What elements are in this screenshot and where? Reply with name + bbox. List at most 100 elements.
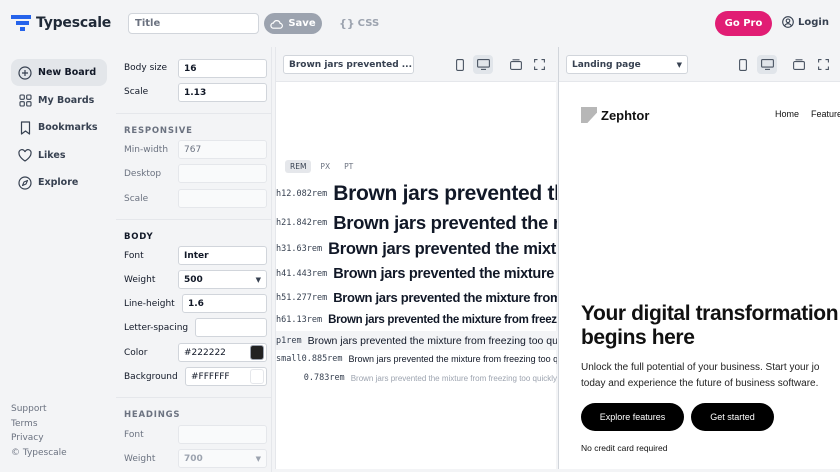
app-logo[interactable]: Typescale [11, 15, 111, 31]
grid-icon [18, 93, 32, 107]
scale-row-h3[interactable]: h3 1.63rem Brown jars prevented the mixt… [276, 239, 557, 259]
scale-tag: h2 [276, 218, 287, 228]
monitor-icon [476, 59, 490, 70]
copyright: © Typescale [11, 447, 67, 458]
divider [116, 219, 272, 220]
weight-value: 500 [184, 274, 203, 285]
template-select-value: Landing page [572, 59, 641, 70]
expand-icon [533, 59, 545, 70]
heart-icon [18, 148, 32, 162]
save-button[interactable]: Save [264, 13, 322, 34]
no-credit-card-note: No credit card required [581, 443, 668, 453]
brand-name: Zephtor [601, 107, 650, 123]
scale-toolbar: Brown jars prevented ... [276, 47, 556, 82]
min-width-input[interactable]: 767 [178, 140, 267, 159]
login-button[interactable]: Login [782, 16, 829, 28]
sidebar-item-explore[interactable]: Explore [11, 169, 107, 196]
sidebar-nav: New Board My Boards Bookmarks Likes Expl… [11, 59, 107, 197]
letter-spacing-input[interactable] [195, 318, 267, 337]
unit-toggle: REM PX PT [285, 160, 358, 173]
sidebar-item-likes[interactable]: Likes [11, 142, 107, 169]
unit-px[interactable]: PX [315, 160, 335, 173]
desktop-view-button[interactable] [757, 55, 777, 74]
window-view-button[interactable] [506, 55, 526, 74]
body-heading: BODY [124, 232, 154, 242]
scale-row-h4[interactable]: h4 1.443rem Brown jars prevented the mix… [276, 265, 557, 283]
scale-input[interactable]: 1.13 [178, 83, 267, 102]
scale-value: 1.842rem [286, 218, 328, 228]
fullscreen-button[interactable] [529, 55, 549, 74]
support-link[interactable]: Support [11, 402, 67, 417]
top-bar: Typescale Save {} CSS Go Pro Login [0, 0, 840, 47]
landing-brand: Zephtor [581, 107, 649, 123]
scale-row-h6[interactable]: h6 1.13rem Brown jars prevented the mixt… [276, 312, 557, 328]
scale-row-p[interactable]: p 1rem Brown jars prevented the mixture … [276, 331, 557, 350]
scale-row-h1[interactable]: h1 2.082rem Brown jars prevented the mix… [276, 181, 557, 206]
phone-icon [456, 58, 464, 71]
responsive-scale-input[interactable] [178, 189, 267, 208]
monitor-icon [760, 59, 774, 70]
scale-row-small[interactable]: small 0.885rem Brown jars prevented the … [276, 352, 557, 366]
landing-nav: Home Features [775, 109, 840, 119]
color-row: Color [124, 348, 148, 358]
heading-weight-select[interactable]: 700 ▼ [178, 449, 267, 468]
privacy-link[interactable]: Privacy [11, 431, 67, 446]
color-swatch[interactable] [250, 345, 264, 360]
scale-sample: Brown jars prevented the mixture from fr… [333, 266, 557, 282]
plus-circle-icon [18, 65, 32, 80]
scale-sample: Brown jars prevented the mixture from fr… [333, 212, 557, 233]
go-pro-button[interactable]: Go Pro [715, 11, 772, 36]
hero-headline: Your digital transformation begins here [581, 302, 839, 349]
terms-link[interactable]: Terms [11, 417, 67, 432]
window-view-button[interactable] [789, 55, 809, 74]
chevron-down-icon: ▼ [255, 455, 261, 463]
heading-font-input[interactable] [178, 425, 267, 444]
scale-value: 0.885rem [301, 354, 343, 364]
sidebar-item-label: New Board [38, 67, 97, 78]
scale-value: 1.13rem [286, 315, 323, 325]
heading-font-label: Font [124, 430, 144, 440]
scale-tag: h6 [276, 315, 287, 325]
template-select[interactable]: Landing page ▼ [566, 55, 688, 74]
line-height-input[interactable]: 1.6 [182, 294, 267, 313]
font-input[interactable]: Inter [178, 246, 267, 265]
desktop-input[interactable] [178, 164, 267, 183]
sidebar-item-new-board[interactable]: New Board [11, 59, 107, 86]
sidebar-item-bookmarks[interactable]: Bookmarks [11, 114, 107, 141]
desktop-view-button[interactable] [473, 55, 493, 74]
responsive-scale-label: Scale [124, 194, 149, 204]
background-row: Background [124, 372, 178, 382]
sample-text-select[interactable]: Brown jars prevented ... [283, 55, 414, 74]
headings-heading: HEADINGS [124, 410, 181, 420]
weight-select[interactable]: 500 ▼ [178, 270, 267, 289]
line-height-label: Line-height [124, 299, 175, 309]
scale-row-h2[interactable]: h2 1.842rem Brown jars prevented the mix… [276, 212, 557, 234]
bookmark-icon [18, 120, 32, 135]
unit-rem[interactable]: REM [285, 160, 312, 173]
body-size-row: Body size [124, 63, 167, 73]
scale-row-h5[interactable]: h5 1.277rem Brown jars prevented the mix… [276, 289, 557, 306]
hero-subtext: Unlock the full potential of your busine… [581, 360, 840, 392]
weight-label: Weight [124, 275, 156, 285]
divider [116, 397, 272, 398]
background-swatch[interactable] [250, 369, 264, 384]
scale-sample: Brown jars prevented the mixture from fr… [328, 239, 557, 258]
scale-tag: h1 [276, 188, 287, 199]
sidebar-item-my-boards[interactable]: My Boards [11, 87, 107, 114]
scale-value: 1.443rem [286, 269, 328, 279]
unit-pt[interactable]: PT [339, 160, 358, 173]
explore-features-button[interactable]: Explore features [581, 403, 684, 431]
css-button[interactable]: {} CSS [339, 17, 379, 30]
scale-sample: Brown jars prevented the mixture from fr… [307, 334, 557, 347]
landing-nav-features[interactable]: Features [811, 109, 840, 119]
body-size-input[interactable]: 16 [178, 59, 267, 78]
scale-tag: h3 [276, 244, 287, 254]
scale-row-xs[interactable]: 0.783rem Brown jars prevented the mixtur… [276, 371, 557, 385]
mobile-view-button[interactable] [450, 55, 470, 74]
landing-nav-home[interactable]: Home [775, 109, 799, 119]
board-title-input[interactable] [128, 13, 259, 34]
desktop-row: Desktop [124, 169, 161, 179]
fullscreen-button[interactable] [813, 55, 833, 74]
get-started-button[interactable]: Get started [691, 403, 774, 431]
mobile-view-button[interactable] [733, 55, 753, 74]
